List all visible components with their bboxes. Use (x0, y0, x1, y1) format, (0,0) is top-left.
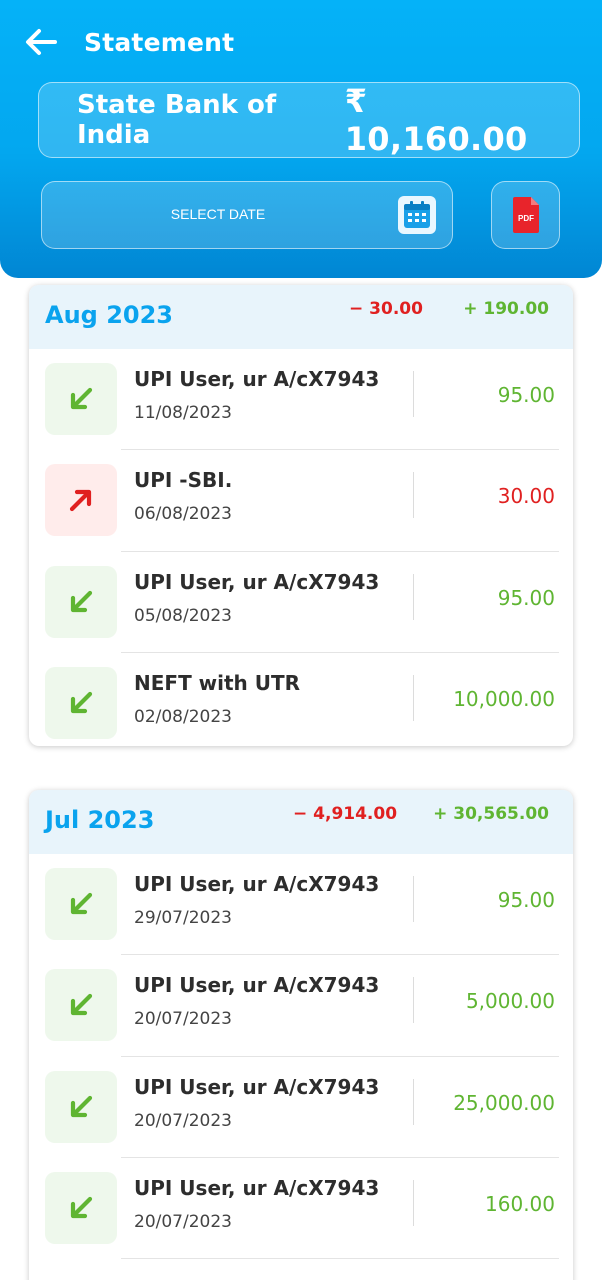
divider (413, 876, 414, 922)
transaction-name: NEFT with UTR (134, 670, 301, 695)
month-debit-total: − 30.00 (349, 299, 423, 319)
month-title: Jul 2023 (45, 806, 155, 834)
divider (413, 1078, 414, 1125)
transaction-name: UPI User, ur A/cX7943 (134, 569, 380, 594)
month-header: Aug 2023 − 30.00 + 190.00 (29, 285, 573, 349)
divider (413, 472, 414, 519)
month-debit-total: − 4,914.00 (293, 804, 398, 824)
arrow-down-left-icon (45, 868, 117, 940)
transaction-amount: 95.00 (497, 383, 555, 407)
arrow-down-left-icon (45, 1070, 117, 1143)
transaction-date: 06/08/2023 (134, 504, 232, 525)
calendar-icon[interactable] (398, 196, 436, 234)
transaction-amount: 5,000.00 (465, 989, 555, 1014)
transaction-amount: 95.00 (497, 585, 555, 610)
transaction-amount: 95.00 (497, 888, 555, 912)
transaction-row[interactable]: UPI User, ur A/cX7943 20/07/2023 5,000.00 (29, 955, 573, 1057)
page-title: Statement (84, 27, 235, 57)
transaction-row[interactable]: UPI User, ur A/cX7943 20/07/2023 160.00 (29, 1158, 573, 1260)
transaction-date: 05/08/2023 (134, 605, 232, 626)
transaction-date: 11/08/2023 (134, 403, 232, 423)
transaction-date: 20/07/2023 (134, 1110, 232, 1131)
divider (413, 573, 414, 620)
svg-text:PDF: PDF (518, 214, 534, 223)
back-arrow-icon[interactable] (24, 25, 58, 59)
app-header: Statement State Bank of India ₹ 10,160.0… (0, 0, 602, 278)
divider (413, 371, 414, 417)
month-card-jul: Jul 2023 − 4,914.00 + 30,565.00 UPI User… (29, 790, 573, 1280)
arrow-down-left-icon (45, 969, 117, 1042)
pdf-file-icon: PDF (512, 197, 539, 233)
month-card-aug: Aug 2023 − 30.00 + 190.00 UPI User, ur A… (29, 285, 573, 746)
transaction-date: 20/07/2023 (134, 1009, 232, 1030)
transaction-amount: 30.00 (497, 484, 555, 509)
top-bar: Statement (24, 22, 234, 62)
transaction-name: UPI User, ur A/cX7943 (134, 1074, 380, 1099)
select-date-field[interactable]: SELECT DATE (41, 181, 453, 249)
account-balance: ₹ 10,160.00 (344, 82, 528, 158)
bank-name: State Bank of India (77, 90, 277, 150)
transaction-name: UPI User, ur A/cX7943 (134, 872, 380, 896)
bank-balance-card: State Bank of India ₹ 10,160.00 (38, 82, 580, 158)
arrow-down-left-icon (45, 363, 117, 435)
arrow-down-left-icon (45, 565, 117, 638)
download-pdf-button[interactable]: PDF (491, 181, 560, 249)
transaction-name: UPI -SBI. (134, 468, 233, 493)
transaction-row[interactable]: UPI User, ur A/cX7943 05/08/2023 95.00 (29, 552, 573, 653)
arrow-up-right-icon (45, 464, 117, 537)
transaction-date: 02/08/2023 (134, 706, 232, 727)
month-title: Aug 2023 (45, 301, 173, 329)
arrow-down-left-icon (45, 666, 117, 739)
transaction-date: 29/07/2023 (134, 908, 232, 928)
month-credit-total: + 190.00 (463, 299, 549, 319)
transaction-amount: 25,000.00 (453, 1090, 555, 1115)
transaction-amount: 10,000.00 (453, 686, 555, 711)
transaction-row[interactable]: NEFT with UTR 02/08/2023 10,000.00 (29, 653, 573, 746)
transaction-name: UPI User, ur A/cX7943 (134, 973, 380, 998)
arrow-down-left-icon (45, 1171, 117, 1244)
divider (413, 1179, 414, 1226)
transaction-name: UPI User, ur A/cX7943 (134, 1175, 380, 1200)
transaction-row[interactable]: UPI User, ur A/cX7943 11/08/2023 95.00 (29, 349, 573, 451)
transaction-amount: 160.00 (485, 1191, 555, 1216)
transaction-name: UPI User, ur A/cX7943 (134, 367, 380, 391)
transaction-row[interactable]: UPI User, ur A/cX7943 20/07/2023 25,000.00 (29, 1057, 573, 1158)
transaction-row[interactable]: UPI -SBI. 06/08/2023 30.00 (29, 450, 573, 552)
transaction-date: 20/07/2023 (134, 1211, 232, 1232)
month-header: Jul 2023 − 4,914.00 + 30,565.00 (29, 790, 573, 854)
transaction-row[interactable]: UPI User, ur A/cX7943 29/07/2023 95.00 (29, 854, 573, 956)
divider (413, 977, 414, 1024)
divider (413, 674, 414, 721)
select-date-label: SELECT DATE (170, 206, 266, 222)
row-divider (121, 1258, 559, 1260)
month-credit-total: + 30,565.00 (433, 804, 549, 824)
